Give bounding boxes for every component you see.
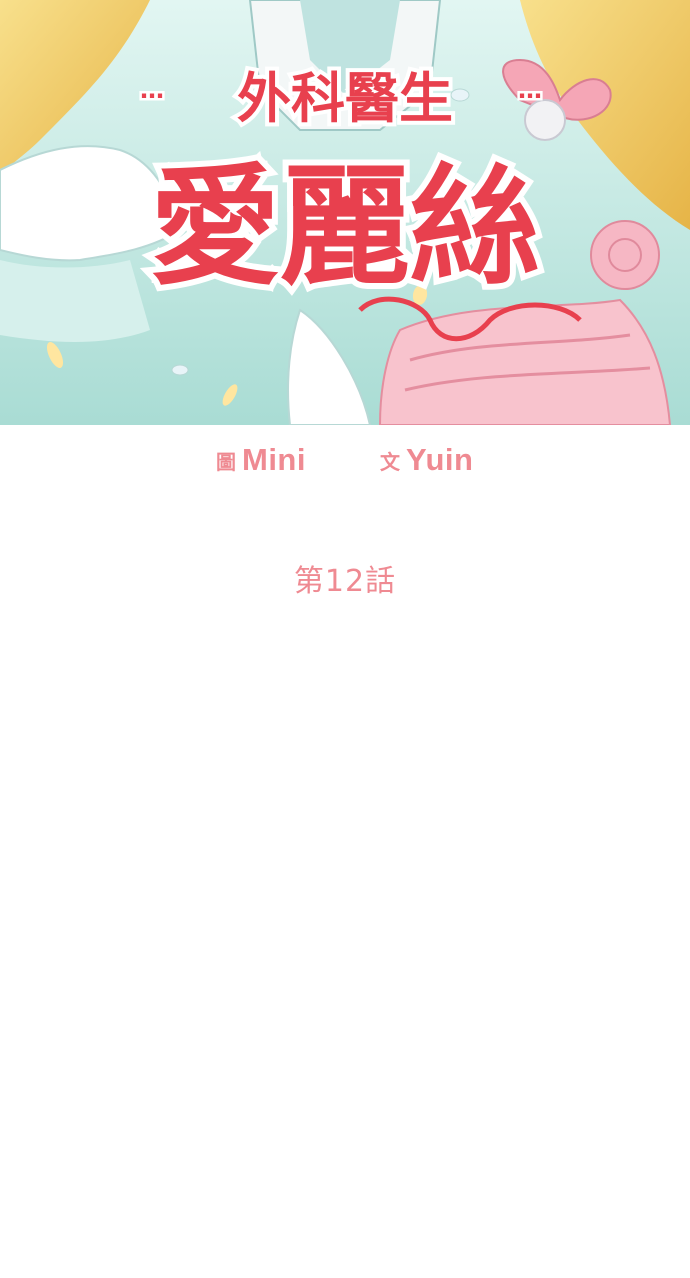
story-credit: 文 Yuin: [380, 440, 473, 480]
artist-name: Mini: [242, 442, 306, 477]
art-credit: 圖 Mini: [216, 440, 306, 480]
skirt-left: [0, 260, 150, 342]
story-role-label: 文: [380, 449, 400, 474]
subtitle-dots-right: …: [518, 76, 542, 104]
subtitle-dots-left: …: [140, 76, 164, 104]
art-role-label: 圖: [216, 449, 236, 474]
episode-label: 第12話: [293, 564, 397, 599]
cover-subtitle: 外科醫生: [237, 67, 453, 130]
writer-name: Yuin: [406, 442, 474, 477]
cover-art: 外科醫生 … … 愛麗絲: [0, 0, 690, 425]
white-rose: [524, 99, 566, 141]
cover-illustration: 外科醫生 … … 愛麗絲: [0, 0, 690, 425]
petal: [171, 364, 189, 376]
cover-title: 愛麗絲: [150, 151, 540, 303]
credits: 圖 Mini 文 Yuin: [0, 440, 690, 480]
petal: [450, 88, 470, 102]
pink-rose: [590, 220, 660, 290]
